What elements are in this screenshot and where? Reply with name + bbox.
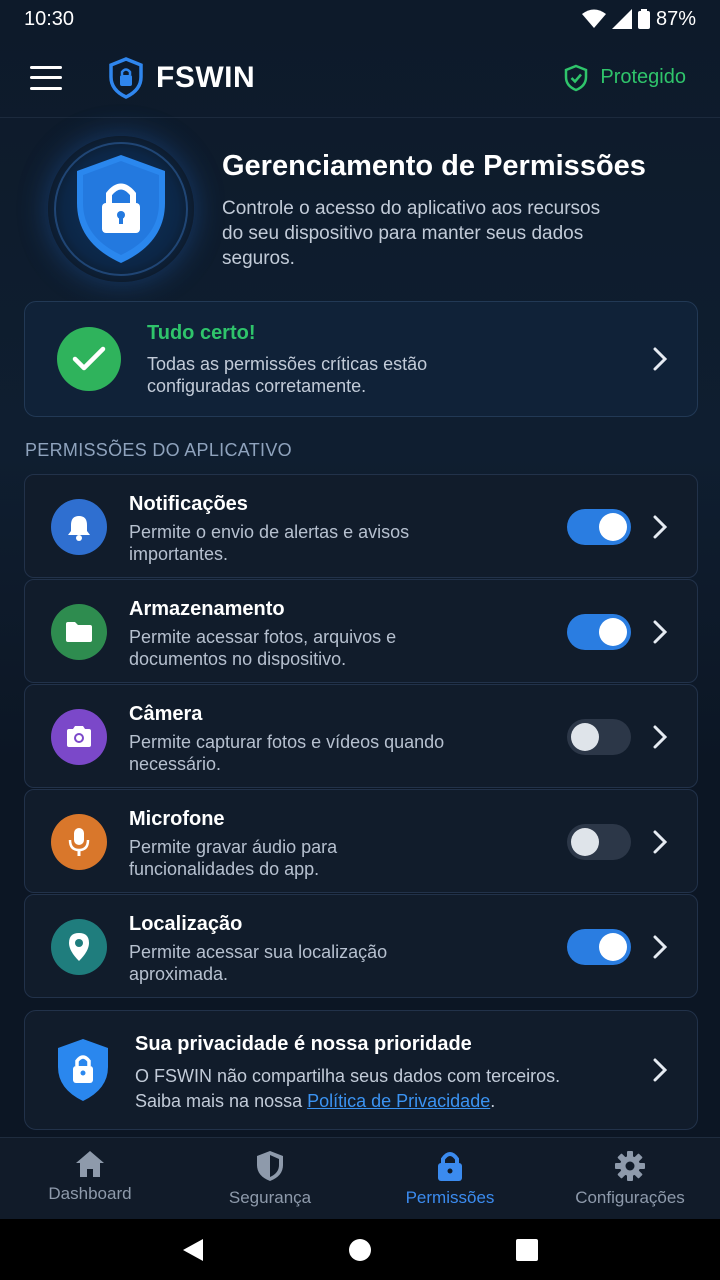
permission-description: Permite capturar fotos e vídeos quando n… xyxy=(129,732,445,774)
hero-section: Gerenciamento de Permissões Controle o a… xyxy=(0,130,720,290)
privacy-card[interactable]: Sua privacidade é nossa prioridade O FSW… xyxy=(24,1010,698,1130)
permission-description: Permite o envio de alertas e avisos impo… xyxy=(129,522,410,564)
chevron-right-icon xyxy=(653,935,667,959)
location-toggle[interactable] xyxy=(567,929,631,965)
privacy-line-2-suffix: . xyxy=(490,1091,496,1111)
wifi-icon xyxy=(581,9,606,28)
permission-title: Localização xyxy=(129,913,243,935)
location-pin-icon xyxy=(51,919,107,975)
microphone-icon xyxy=(51,814,107,870)
permissions-list: Notificações Permite o envio de alertas … xyxy=(24,474,698,999)
lock-icon xyxy=(438,1152,462,1181)
shield-lock-icon xyxy=(77,155,165,263)
storage-toggle[interactable] xyxy=(567,614,631,650)
home-button[interactable] xyxy=(348,1238,371,1261)
status-time: 10:30 xyxy=(24,7,75,30)
home-icon xyxy=(76,1151,104,1177)
privacy-line-1: O FSWIN não compartilha seus dados com t… xyxy=(135,1066,561,1086)
page-title: Gerenciamento de Permissões xyxy=(222,150,646,182)
status-bar: 10:30 87% xyxy=(0,0,720,38)
all-good-text: Tudo certo! Todas as permissões críticas… xyxy=(147,322,477,397)
shield-check-icon xyxy=(565,64,588,91)
back-triangle-icon xyxy=(183,1238,204,1261)
folder-icon xyxy=(51,604,107,660)
page-description: Controle o acesso do aplicativo aos recu… xyxy=(222,198,601,269)
app-screen: 10:30 87% FSWIN Protegido Gerenciamento … xyxy=(0,0,720,1280)
camera-icon xyxy=(51,709,107,765)
permission-title: Microfone xyxy=(129,808,225,830)
app-bar: FSWIN Protegido xyxy=(0,38,720,118)
back-button[interactable] xyxy=(182,1238,204,1262)
permission-item-camera[interactable]: Câmera Permite capturar fotos e vídeos q… xyxy=(24,684,698,788)
permission-description: Permite acessar fotos, arquivos e docume… xyxy=(129,627,397,669)
status-indicators: 87% xyxy=(581,7,696,31)
chevron-right-icon xyxy=(653,515,667,539)
nav-item-permissions[interactable]: Permissões xyxy=(360,1138,540,1219)
permission-title: Armazenamento xyxy=(129,598,285,620)
permission-item-microphone[interactable]: Microfone Permite gravar áudio para func… xyxy=(24,789,698,893)
check-circle-icon xyxy=(57,327,121,391)
brand-name: FSWIN xyxy=(156,60,256,94)
menu-icon[interactable] xyxy=(30,65,62,90)
shield-lock-icon xyxy=(58,1039,108,1101)
recents-square-icon xyxy=(515,1238,538,1261)
nav-label: Segurança xyxy=(228,1188,312,1207)
brand: FSWIN xyxy=(108,56,256,99)
permission-item-location[interactable]: Localização Permite acessar sua localiza… xyxy=(24,894,698,998)
notifications-toggle[interactable] xyxy=(567,509,631,545)
permission-title: Câmera xyxy=(129,703,203,725)
recents-button[interactable] xyxy=(515,1238,538,1261)
chevron-right-icon xyxy=(653,347,667,371)
brand-shield-logo-icon xyxy=(109,56,143,99)
protection-status[interactable]: Protegido xyxy=(564,64,686,92)
nav-item-security[interactable]: Segurança xyxy=(180,1138,360,1219)
bell-icon xyxy=(51,499,107,555)
nav-label: Dashboard xyxy=(48,1184,132,1203)
permission-description: Permite gravar áudio para funcionalidade… xyxy=(129,837,338,879)
chevron-right-icon xyxy=(653,620,667,644)
all-good-title: Tudo certo! xyxy=(147,321,256,344)
permission-item-storage[interactable]: Armazenamento Permite acessar fotos, arq… xyxy=(24,579,698,683)
privacy-title: Sua privacidade é nossa prioridade xyxy=(135,1033,472,1055)
protection-status-label: Protegido xyxy=(600,66,686,88)
nav-label: Permissões xyxy=(405,1188,495,1207)
camera-toggle[interactable] xyxy=(567,719,631,755)
battery-icon xyxy=(637,9,650,29)
all-good-description: Todas as permissões críticas estão confi… xyxy=(147,353,428,396)
all-good-card[interactable]: Tudo certo! Todas as permissões críticas… xyxy=(24,301,698,417)
nav-item-dashboard[interactable]: Dashboard xyxy=(0,1138,180,1219)
chevron-right-icon xyxy=(653,830,667,854)
microphone-toggle[interactable] xyxy=(567,824,631,860)
nav-label: Configurações xyxy=(575,1188,685,1207)
signal-icon xyxy=(611,9,632,29)
nav-item-settings[interactable]: Configurações xyxy=(540,1138,720,1219)
privacy-line-2-prefix: Saiba mais na nossa xyxy=(135,1091,308,1111)
chevron-right-icon xyxy=(653,1058,667,1082)
permission-description: Permite acessar sua localização aproxima… xyxy=(129,942,388,984)
system-navigation-bar xyxy=(0,1219,720,1280)
battery-level: 87% xyxy=(655,7,696,30)
chevron-right-icon xyxy=(653,725,667,749)
hero-emblem xyxy=(48,136,194,282)
bottom-navigation: Dashboard Segurança Permissões Configura… xyxy=(0,1137,720,1219)
gear-icon xyxy=(615,1151,645,1181)
privacy-description: O FSWIN não compartilha seus dados com t… xyxy=(135,1064,595,1114)
privacy-policy-link[interactable]: Política de Privacidade xyxy=(307,1091,490,1111)
section-label: PERMISSÕES DO APLICATIVO xyxy=(25,440,292,460)
shield-icon xyxy=(257,1151,283,1181)
permission-title: Notificações xyxy=(129,493,248,515)
home-circle-icon xyxy=(348,1238,371,1261)
permission-item-notifications[interactable]: Notificações Permite o envio de alertas … xyxy=(24,474,698,578)
